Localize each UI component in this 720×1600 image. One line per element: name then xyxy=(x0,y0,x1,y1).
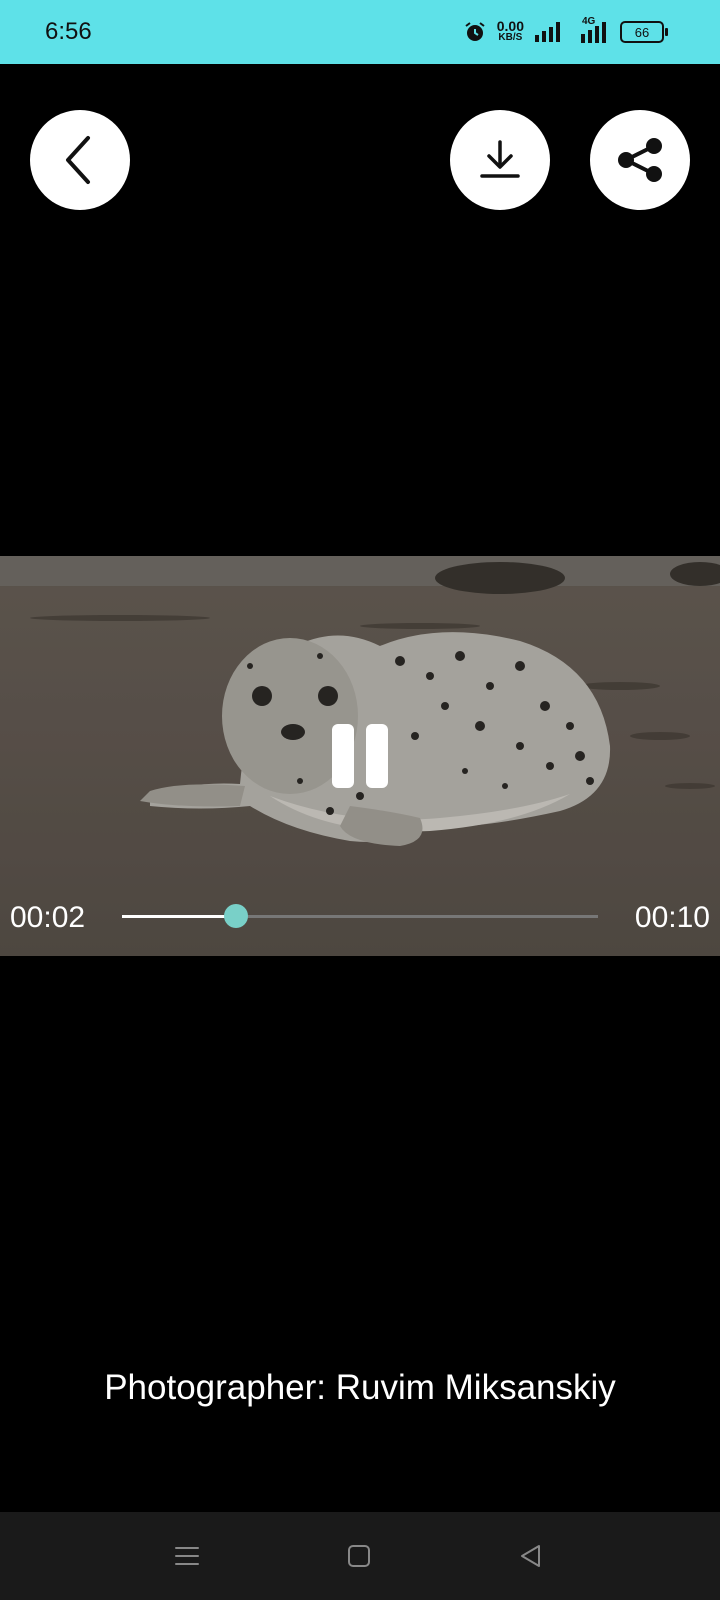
share-button[interactable] xyxy=(590,110,690,210)
status-time: 6:56 xyxy=(45,18,92,45)
pause-icon-left-bar xyxy=(332,724,354,788)
battery-level: 66 xyxy=(634,24,650,40)
pause-icon-right-bar xyxy=(366,724,388,788)
triangle-back-icon xyxy=(521,1545,540,1567)
menu-icon xyxy=(175,1547,199,1565)
nav-recents-button[interactable] xyxy=(167,1536,207,1576)
home-square-icon xyxy=(348,1545,370,1567)
battery-icon: 66 xyxy=(620,21,668,43)
current-time: 00:02 xyxy=(10,901,86,934)
status-icons: 0.00 KB/S 4G 66 xyxy=(463,16,668,48)
seek-progress xyxy=(122,915,237,918)
signal-4g: 4G xyxy=(574,16,610,45)
download-button[interactable] xyxy=(450,110,550,210)
share-icon xyxy=(618,138,662,182)
chevron-left-icon xyxy=(66,136,90,184)
status-bar: 6:56 0.00 KB/S 4G 66 xyxy=(0,0,720,64)
network-speed-unit: KB/S xyxy=(498,32,523,43)
alarm-icon xyxy=(465,22,485,41)
navigation-bar xyxy=(0,1512,720,1600)
photographer-credit: Photographer: Ruvim Miksanskiy xyxy=(104,1368,616,1407)
total-time: 00:10 xyxy=(634,901,710,934)
nav-home-button[interactable] xyxy=(339,1536,379,1576)
video-player[interactable]: 00:02 00:10 xyxy=(0,556,720,956)
signal-4g-icon xyxy=(581,22,606,43)
nav-back-button[interactable] xyxy=(511,1536,551,1576)
pause-button[interactable] xyxy=(332,724,388,788)
download-icon xyxy=(480,140,520,178)
seek-bar[interactable] xyxy=(122,904,598,928)
network-speed: 0.00 KB/S xyxy=(497,19,524,44)
back-button[interactable] xyxy=(30,110,130,210)
signal-icon xyxy=(535,22,560,42)
